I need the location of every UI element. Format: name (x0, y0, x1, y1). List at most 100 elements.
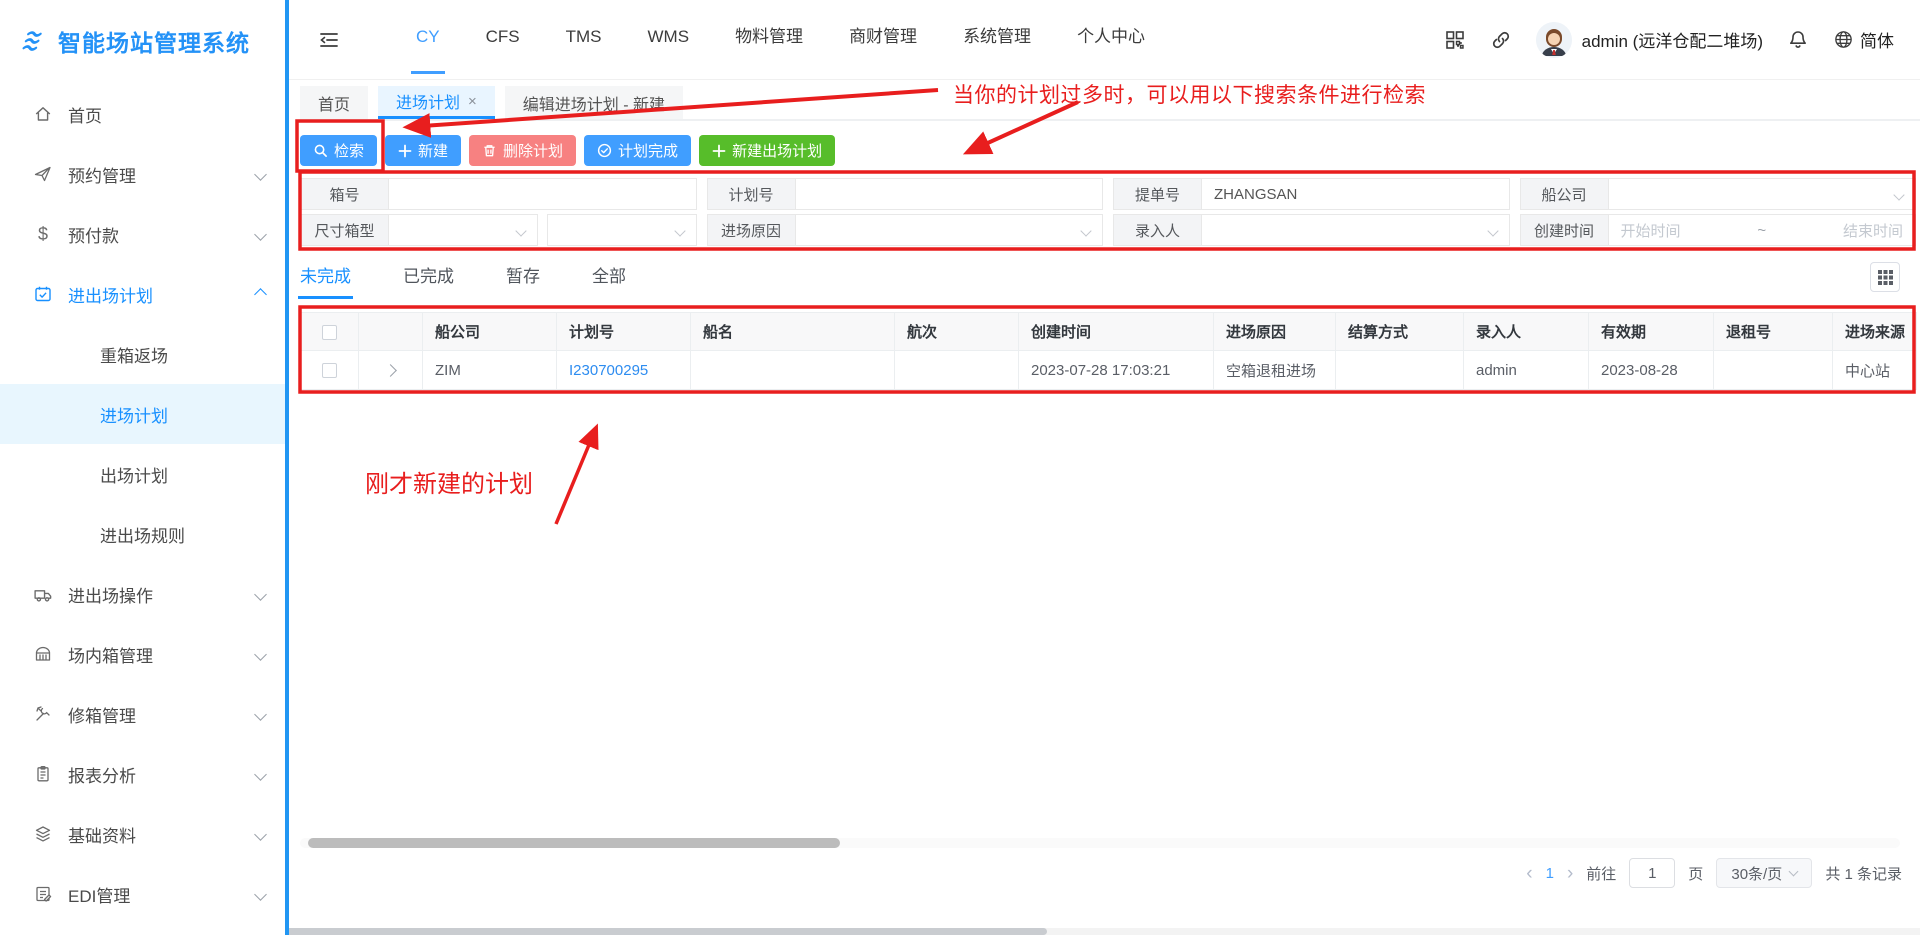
nav-tab-cfs[interactable]: CFS (463, 0, 543, 80)
bl-no-input[interactable]: ZHANGSAN (1201, 178, 1510, 210)
entry-reason-select[interactable] (794, 214, 1103, 246)
sidebar-collapse-icon[interactable] (317, 28, 341, 52)
column-settings-button[interactable] (1870, 262, 1900, 292)
nav-tab-cy[interactable]: CY (393, 0, 463, 80)
sidebar-item-basic-data[interactable]: 基础资料 (0, 804, 285, 864)
bell-icon[interactable] (1787, 29, 1809, 51)
sidebar-item-label: 首页 (68, 106, 102, 126)
filter-plan-no: 计划号 (706, 178, 1103, 210)
status-tab-all[interactable]: 全部 (592, 262, 626, 299)
operator-select[interactable] (1201, 214, 1510, 246)
date-range-picker[interactable]: 开始时间 ~ 结束时间 (1607, 214, 1916, 246)
shipping-line-select[interactable] (1607, 178, 1916, 210)
button-label: 新建出场计划 (732, 143, 823, 160)
column-header-source: 进场来源 (1832, 312, 1917, 351)
sidebar-item-label: 进出场操作 (68, 586, 153, 606)
chevron-down-icon (254, 167, 267, 181)
column-header-plan-no: 计划号 (556, 312, 691, 351)
cell-vessel (690, 350, 895, 390)
sidebar-item-prepayment[interactable]: $ 预付款 (0, 204, 285, 264)
sidebar-item-label: 预约管理 (68, 166, 136, 186)
user-name: admin (远洋仓配二堆场) (1581, 32, 1763, 51)
status-tab-finished[interactable]: 已完成 (403, 262, 454, 299)
link-icon[interactable] (1490, 29, 1512, 51)
user-menu[interactable]: admin (远洋仓配二堆场) (1535, 21, 1763, 58)
plus-icon (712, 144, 726, 157)
column-header-reason: 进场原因 (1213, 312, 1336, 351)
main-area: CY CFS TMS WMS 物料管理 商财管理 系统管理 个人中心 admin… (289, 0, 1920, 935)
cell-created: 2023-07-28 17:03:21 (1018, 350, 1214, 390)
prev-page-icon[interactable]: ‹ (1526, 864, 1532, 883)
sidebar-item-edi[interactable]: EDI管理 (0, 864, 285, 924)
search-button[interactable]: 检索 (300, 135, 378, 166)
size-select[interactable] (388, 214, 538, 246)
column-header-voyage: 航次 (894, 312, 1019, 351)
new-exit-plan-button[interactable]: 新建出场计划 (699, 135, 836, 166)
current-page[interactable]: 1 (1546, 865, 1554, 882)
select-all-checkbox[interactable] (322, 324, 337, 340)
nav-tab-system[interactable]: 系统管理 (940, 0, 1054, 80)
sidebar-item-reservation[interactable]: 预约管理 (0, 144, 285, 204)
goto-page-input[interactable] (1629, 858, 1676, 888)
button-label: 计划完成 (618, 143, 679, 160)
sidebar-subitem-exit-plan[interactable]: 出场计划 (0, 444, 285, 504)
sidebar-item-gate-operations[interactable]: 进出场操作 (0, 564, 285, 624)
type-select[interactable] (546, 214, 697, 246)
chevron-down-icon (1788, 866, 1799, 877)
page-size-select[interactable]: 30条/页 (1716, 858, 1813, 888)
page-tab-home[interactable]: 首页 (300, 86, 369, 119)
nav-tab-personal[interactable]: 个人中心 (1054, 0, 1168, 80)
page-tab-label: 编辑进场计划 - 新建 (522, 96, 666, 114)
chevron-down-icon (1893, 189, 1905, 201)
sidebar-divider (285, 0, 289, 935)
column-header-created: 创建时间 (1018, 312, 1214, 351)
filter-size-type: 尺寸箱型 (300, 214, 697, 246)
status-tab-unfinished[interactable]: 未完成 (298, 262, 353, 299)
row-checkbox[interactable] (322, 363, 337, 379)
nav-tab-wms[interactable]: WMS (625, 0, 713, 80)
sidebar-subitem-label: 出场计划 (100, 466, 168, 486)
truck-icon (32, 583, 54, 605)
sidebar-item-label: 报表分析 (68, 766, 136, 786)
nav-tab-finance[interactable]: 商财管理 (826, 0, 940, 80)
next-page-icon[interactable]: › (1567, 864, 1573, 883)
page-tab-edit-entry-plan[interactable]: 编辑进场计划 - 新建 (504, 86, 684, 119)
chevron-down-icon (254, 707, 267, 721)
plan-complete-button[interactable]: 计划完成 (584, 135, 692, 166)
sidebar-item-yard-container[interactable]: 场内箱管理 (0, 624, 285, 684)
container-no-input[interactable] (388, 178, 697, 210)
expand-row-icon[interactable] (384, 363, 397, 377)
qr-code-icon[interactable] (1444, 29, 1466, 51)
total-records: 共 1 条记录 (1825, 865, 1902, 883)
sidebar-subitem-gate-rules[interactable]: 进出场规则 (0, 504, 285, 564)
sidebar-item-reports[interactable]: 报表分析 (0, 744, 285, 804)
sidebar-subitem-label: 重箱返场 (100, 346, 168, 366)
chevron-down-icon (254, 827, 267, 841)
plan-no-input[interactable] (794, 178, 1103, 210)
new-button[interactable]: 新建 (385, 135, 462, 166)
page-size-value: 30条/页 (1731, 865, 1783, 883)
scrollbar-thumb[interactable] (308, 838, 840, 848)
sidebar-item-label: 进出场计划 (68, 286, 153, 306)
status-tab-draft[interactable]: 暂存 (506, 262, 540, 299)
sidebar-item-gate-plans[interactable]: 进出场计划 (0, 264, 285, 324)
sidebar-item-repair[interactable]: 修箱管理 (0, 684, 285, 744)
page-tab-entry-plan[interactable]: 进场计划 × (378, 86, 495, 119)
chevron-down-icon (254, 767, 267, 781)
language-switcher[interactable]: 简体 (1833, 27, 1894, 52)
sidebar-subitem-label: 进场计划 (100, 406, 168, 426)
sidebar-subitem-heavy-return[interactable]: 重箱返场 (0, 324, 285, 384)
sidebar-subitem-entry-plan[interactable]: 进场计划 (0, 384, 285, 444)
nav-tab-materials[interactable]: 物料管理 (712, 0, 826, 80)
cell-carrier: ZIM (422, 350, 557, 390)
search-filter-panel: 箱号 计划号 提单号 ZHANGSAN 船公司 尺寸箱型 进场原因 录入人 创建… (300, 178, 1916, 246)
plan-no-link[interactable]: I230700295 (569, 362, 648, 379)
sidebar-item-home[interactable]: 首页 (0, 84, 285, 144)
delete-plan-button[interactable]: 删除计划 (469, 135, 577, 166)
toolbar: 检索 新建 删除计划 计划完成 新建出场计划 (300, 135, 836, 166)
nav-tab-tms[interactable]: TMS (543, 0, 625, 80)
table-row: ZIM I230700295 2023-07-28 17:03:21 空箱退租进… (300, 350, 1917, 390)
cell-operator: admin (1463, 350, 1589, 390)
cell-source: 中心站 (1832, 350, 1917, 390)
close-icon[interactable]: × (468, 93, 477, 110)
